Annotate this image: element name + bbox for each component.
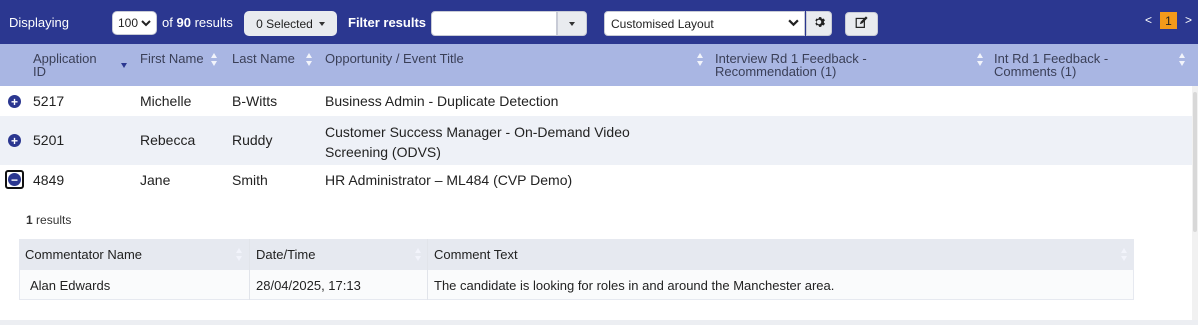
sort-icon[interactable] bbox=[236, 248, 243, 262]
layout-settings-button[interactable] bbox=[806, 11, 832, 36]
pager-current-page[interactable]: 1 bbox=[1160, 12, 1177, 29]
cell-application-id: 5201 bbox=[33, 132, 65, 148]
edit-icon bbox=[855, 16, 868, 32]
cell-first-name: Rebecca bbox=[140, 132, 196, 148]
column-header-label: Opportunity / Event Title bbox=[325, 51, 464, 66]
column-header-label: Recommendation (1) bbox=[715, 64, 837, 79]
subtable-header: Commentator Name Date/Time Comment Text bbox=[19, 239, 1134, 269]
cell-opportunity: Business Admin - Duplicate Detection bbox=[325, 93, 559, 109]
column-divider bbox=[249, 239, 250, 300]
pager-prev-button[interactable]: < bbox=[1145, 13, 1152, 27]
sort-desc-icon[interactable] bbox=[121, 55, 128, 69]
layout-value: Customised Layout bbox=[611, 16, 714, 31]
caret-down-icon bbox=[569, 21, 575, 26]
sort-icon[interactable] bbox=[1179, 53, 1186, 67]
table-row-expanded[interactable]: − 4849 Jane Smith HR Administrator – ML4… bbox=[0, 165, 1192, 195]
results-toolbar: Displaying 100 of 90 results 0 Selected … bbox=[0, 0, 1198, 44]
caret-down-icon bbox=[318, 21, 325, 26]
column-header-first-name[interactable]: First Name bbox=[140, 52, 204, 65]
results-suffix: results bbox=[194, 15, 233, 30]
cell-last-name: B-Witts bbox=[232, 93, 278, 109]
sort-icon[interactable] bbox=[415, 248, 422, 262]
cell-first-name: Jane bbox=[140, 172, 171, 188]
filter-label: Filter results bbox=[348, 15, 427, 30]
table-row[interactable]: + 5201 Rebecca Ruddy Customer Success Ma… bbox=[0, 116, 1192, 165]
detail-count: 1 bbox=[26, 213, 33, 227]
pager-next-button[interactable]: > bbox=[1185, 13, 1192, 27]
column-header-label: Comments (1) bbox=[994, 64, 1077, 79]
cell-application-id: 5217 bbox=[33, 93, 65, 109]
chevron-down-icon bbox=[141, 18, 151, 31]
cell-comment: The candidate is looking for roles in an… bbox=[434, 278, 835, 293]
of-prefix: of bbox=[162, 15, 173, 30]
selected-label: 0 Selected bbox=[256, 16, 313, 31]
sort-icon[interactable] bbox=[697, 53, 704, 67]
sort-icon[interactable] bbox=[306, 53, 313, 67]
chevron-down-icon bbox=[788, 17, 799, 31]
column-divider bbox=[427, 239, 428, 300]
filter-input[interactable] bbox=[431, 11, 557, 36]
column-header-label: ID bbox=[33, 64, 46, 79]
column-header-interview-recommendation[interactable]: Interview Rd 1 Feedback - Recommendation… bbox=[715, 52, 867, 78]
expand-plus-icon[interactable]: + bbox=[8, 134, 21, 147]
detail-results-label: results bbox=[36, 213, 72, 227]
subtable-row: Alan Edwards 28/04/2025, 17:13 The candi… bbox=[19, 269, 1134, 300]
gear-icon bbox=[813, 16, 825, 31]
table-header: Application ID First Name Last Name Oppo… bbox=[0, 44, 1198, 86]
total-count: 90 bbox=[176, 15, 191, 30]
per-page-value: 100 bbox=[118, 16, 139, 30]
cell-application-id: 4849 bbox=[33, 172, 65, 188]
cell-first-name: Michelle bbox=[140, 93, 192, 109]
subcol-header-comment[interactable]: Comment Text bbox=[434, 247, 518, 262]
column-header-last-name[interactable]: Last Name bbox=[232, 52, 295, 65]
sort-icon[interactable] bbox=[1121, 248, 1128, 262]
layout-select[interactable]: Customised Layout bbox=[604, 11, 805, 36]
cell-opportunity: HR Administrator – ML484 (CVP Demo) bbox=[325, 172, 573, 188]
cell-datetime: 28/04/2025, 17:13 bbox=[256, 278, 361, 293]
scrollbar-thumb[interactable] bbox=[1193, 92, 1197, 232]
total-results-text: of 90 results bbox=[162, 15, 233, 30]
table-footer-divider bbox=[0, 320, 1198, 325]
subcol-header-commentator[interactable]: Commentator Name bbox=[25, 247, 142, 262]
filter-dropdown-button[interactable] bbox=[557, 11, 587, 36]
sort-icon[interactable] bbox=[977, 53, 984, 67]
subcol-header-datetime[interactable]: Date/Time bbox=[256, 247, 315, 262]
column-header-int-comments[interactable]: Int Rd 1 Feedback - Comments (1) bbox=[994, 52, 1108, 78]
selected-dropdown-button[interactable]: 0 Selected bbox=[244, 11, 337, 36]
column-header-opportunity[interactable]: Opportunity / Event Title bbox=[325, 52, 464, 65]
detail-results-count: 1 results bbox=[26, 213, 71, 227]
table-row[interactable]: + 5217 Michelle B-Witts Business Admin -… bbox=[0, 86, 1192, 116]
collapse-minus-icon[interactable]: − bbox=[8, 173, 21, 186]
column-header-label: First Name bbox=[140, 51, 204, 66]
column-header-application-id[interactable]: Application ID bbox=[33, 52, 97, 78]
cell-opportunity-line: Screening (ODVS) bbox=[325, 144, 441, 160]
displaying-label: Displaying bbox=[9, 15, 69, 30]
edit-layout-button[interactable] bbox=[845, 12, 878, 36]
per-page-select[interactable]: 100 bbox=[112, 11, 157, 35]
cell-last-name: Ruddy bbox=[232, 132, 273, 148]
cell-commentator: Alan Edwards bbox=[30, 278, 111, 293]
sort-icon[interactable] bbox=[211, 53, 218, 67]
expand-plus-icon[interactable]: + bbox=[8, 95, 21, 108]
cell-opportunity-line: Customer Success Manager - On-Demand Vid… bbox=[325, 124, 630, 140]
cell-last-name: Smith bbox=[232, 172, 268, 188]
column-header-label: Last Name bbox=[232, 51, 295, 66]
cell-opportunity: Customer Success Manager - On-Demand Vid… bbox=[325, 122, 630, 162]
